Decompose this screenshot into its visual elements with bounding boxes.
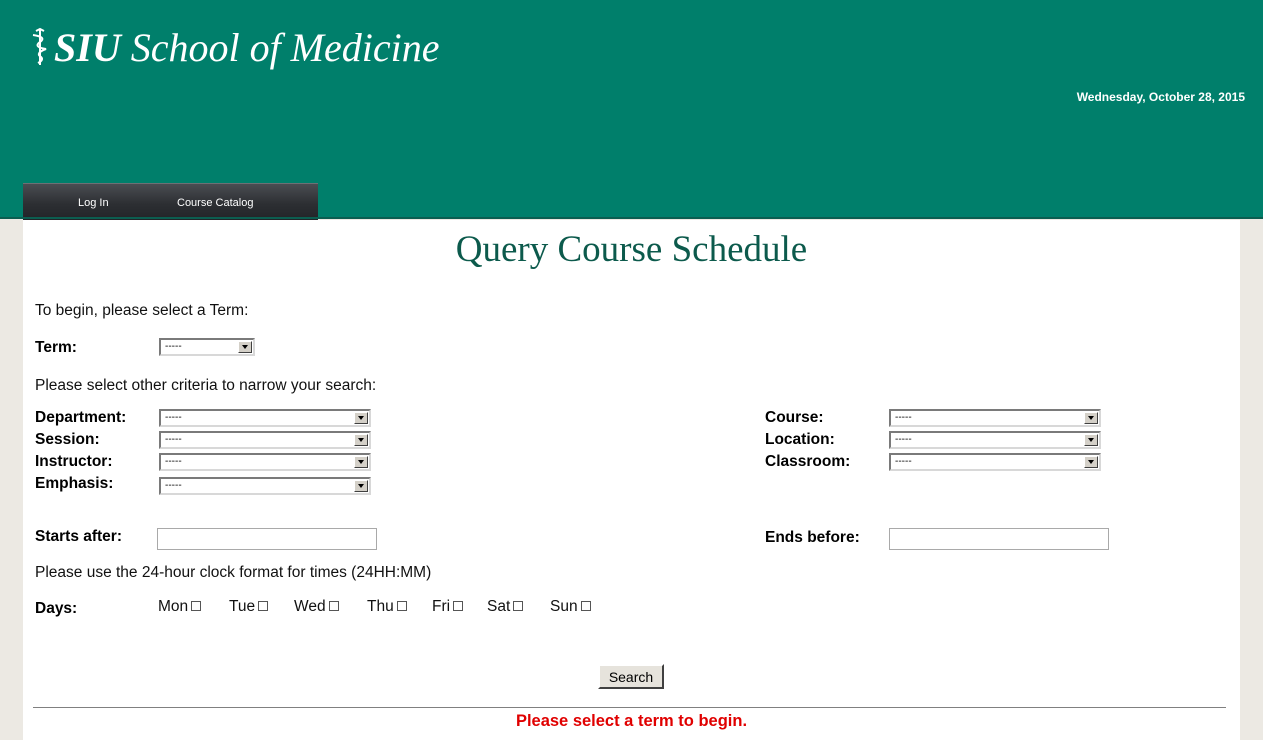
intro-text: To begin, please select a Term: [35,302,249,319]
day-sun-checkbox[interactable] [580,601,591,611]
session-select[interactable]: ----- [159,431,371,449]
days-label: Days: [35,600,78,617]
instructor-select[interactable]: ----- [159,453,371,471]
time-format-note: Please use the 24-hour clock format for … [35,564,432,581]
emphasis-select-value: ----- [165,480,182,491]
main-content: Query Course Schedule To begin, please s… [23,220,1240,740]
course-select-value: ----- [895,412,912,423]
starts-after-input[interactable] [157,528,377,550]
day-thu[interactable]: Thu [367,598,407,616]
dropdown-arrow-icon [1084,434,1098,446]
session-label: Session: [35,431,100,448]
page-title: Query Course Schedule [455,229,808,270]
dropdown-arrow-icon [1084,456,1098,468]
day-tue[interactable]: Tue [229,598,269,616]
dropdown-arrow-icon [354,412,368,424]
day-sun-label: Sun [550,598,578,615]
day-mon[interactable]: Mon [158,598,202,616]
department-select-value: ----- [165,412,182,423]
narrow-text: Please select other criteria to narrow y… [35,377,377,394]
search-button[interactable]: Search [598,664,664,689]
dropdown-arrow-icon [354,434,368,446]
day-thu-checkbox[interactable] [396,601,407,611]
day-wed[interactable]: Wed [294,598,339,616]
day-tue-checkbox[interactable] [258,601,269,611]
ends-before-label: Ends before: [765,529,860,546]
emphasis-select[interactable]: ----- [159,477,371,495]
day-fri-label: Fri [432,598,451,615]
classroom-select-value: ----- [895,456,912,467]
status-message: Please select a term to begin. [515,712,748,730]
caduceus-icon [32,27,47,65]
classroom-label: Classroom: [765,453,851,470]
logo-school: School of Medicine [130,25,440,70]
logo[interactable]: SIU School of Medicine [30,27,440,68]
day-mon-checkbox[interactable] [191,601,202,611]
emphasis-label: Emphasis: [35,475,114,492]
day-mon-label: Mon [158,598,189,615]
term-label: Term: [35,339,77,356]
course-select[interactable]: ----- [889,409,1101,427]
instructor-select-value: ----- [165,456,182,467]
current-date: Wednesday, October 28, 2015 [1076,90,1245,104]
nav-bar: Log In Course Catalog [23,183,318,220]
divider [33,707,1226,708]
day-wed-label: Wed [294,598,326,615]
starts-after-label: Starts after: [35,528,122,545]
classroom-select[interactable]: ----- [889,453,1101,471]
ends-before-input[interactable] [889,528,1109,550]
day-wed-checkbox[interactable] [328,601,339,611]
day-fri-checkbox[interactable] [453,601,464,611]
term-select-value: ----- [165,341,182,352]
location-select-value: ----- [895,434,912,445]
instructor-label: Instructor: [35,453,113,470]
day-sat-checkbox[interactable] [513,601,524,611]
day-thu-label: Thu [367,598,394,615]
dropdown-arrow-icon [354,456,368,468]
day-sun[interactable]: Sun [550,598,591,616]
session-select-value: ----- [165,434,182,445]
day-sat[interactable]: Sat [487,598,524,616]
day-sat-label: Sat [487,598,511,615]
dropdown-arrow-icon [354,480,368,492]
header-banner: SIU School of Medicine Wednesday, Octobe… [0,0,1263,220]
term-select[interactable]: ----- [159,338,255,356]
department-label: Department: [35,409,127,426]
location-select[interactable]: ----- [889,431,1101,449]
dropdown-arrow-icon [238,341,252,353]
logo-siu: SIU [54,25,121,70]
nav-course-catalog[interactable]: Course Catalog [177,197,253,209]
dropdown-arrow-icon [1084,412,1098,424]
day-fri[interactable]: Fri [432,598,464,616]
department-select[interactable]: ----- [159,409,371,427]
location-label: Location: [765,431,835,448]
day-tue-label: Tue [229,598,256,615]
course-label: Course: [765,409,824,426]
nav-log-in[interactable]: Log In [78,197,109,209]
